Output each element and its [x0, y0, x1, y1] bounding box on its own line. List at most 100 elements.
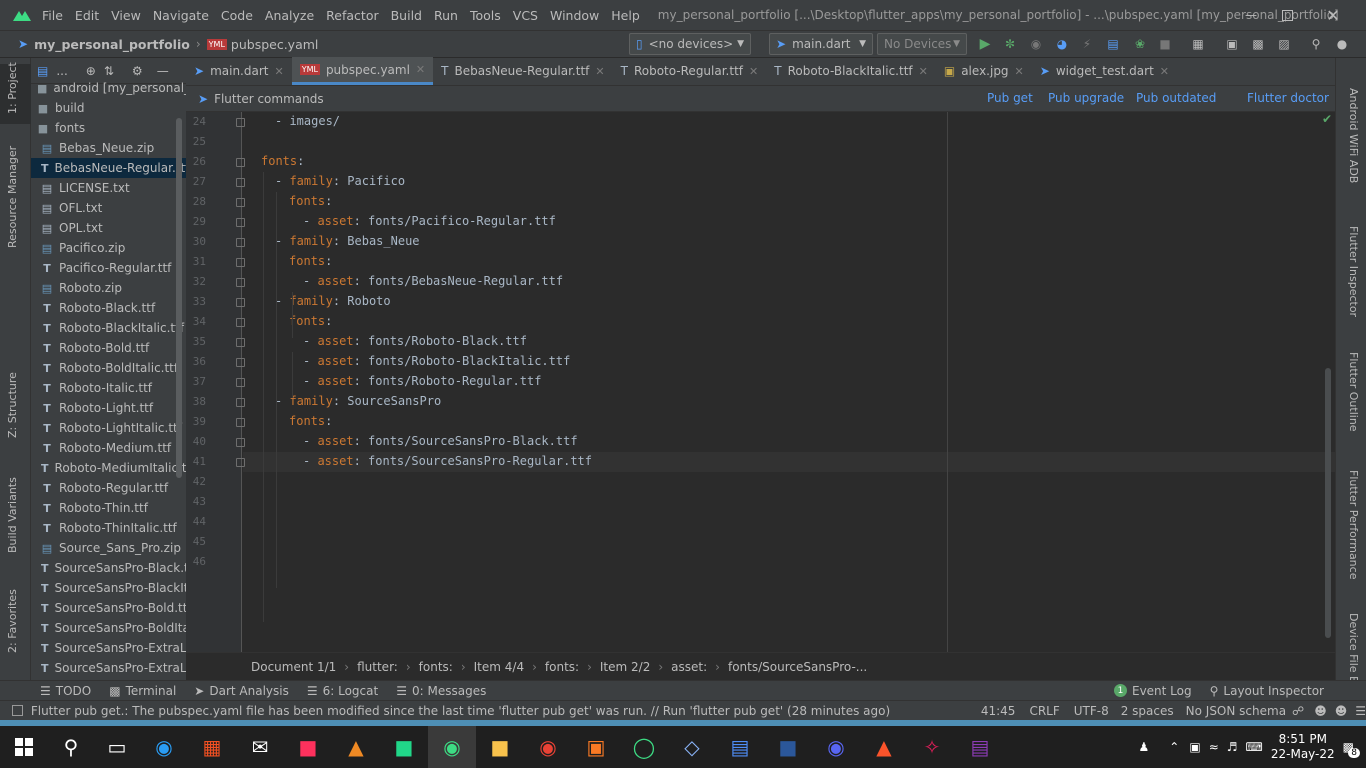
fold-marker[interactable] — [236, 358, 245, 367]
tree-file[interactable]: T SourceSansPro-BoldItalic — [31, 618, 186, 638]
tree-file[interactable]: T Pacifico-Regular.ttf — [31, 258, 186, 278]
tool-tab-flutter-inspector[interactable]: Flutter Inspector — [1347, 226, 1360, 317]
attach-icon[interactable]: ◉ — [1028, 36, 1044, 52]
xampp-icon[interactable]: ▣ — [572, 726, 620, 768]
sdk-manager-icon[interactable]: ▩ — [1250, 36, 1266, 52]
tree-file[interactable]: ▤ Roboto.zip — [31, 278, 186, 298]
fold-marker[interactable] — [236, 418, 245, 427]
indent-setting[interactable]: 2 spaces — [1121, 704, 1174, 718]
project-scrollbar[interactable] — [176, 118, 182, 478]
close-tab-icon[interactable]: ✕ — [595, 65, 604, 78]
winrar-icon[interactable]: ▤ — [956, 726, 1004, 768]
collapse-all-icon[interactable]: ⇅ — [104, 64, 114, 78]
inspection-icon[interactable]: ☻ — [1314, 704, 1327, 718]
status-toggle-icon[interactable] — [12, 705, 23, 716]
camera-icon[interactable]: ▣ — [1189, 740, 1200, 754]
menu-window[interactable]: Window — [550, 8, 599, 23]
tree-file[interactable]: T Roboto-BlackItalic.ttf — [31, 318, 186, 338]
flutter-doctor-link[interactable]: Flutter doctor — [1247, 91, 1329, 105]
volume-icon[interactable]: ♬ — [1227, 740, 1238, 754]
tree-file[interactable]: T Roboto-Black.ttf — [31, 298, 186, 318]
nav-project[interactable]: my_personal_portfolio — [34, 37, 190, 52]
hot-reload-icon[interactable]: ⚡ — [1079, 36, 1095, 52]
memory-icon[interactable]: ☻ — [1335, 704, 1348, 718]
tree-file[interactable]: T Roboto-LightItalic.ttf — [31, 418, 186, 438]
crosshair-icon[interactable]: ⊕ — [86, 64, 96, 78]
logcat-tab[interactable]: ☰ 6: Logcat — [307, 684, 378, 698]
fold-marker[interactable] — [236, 178, 245, 187]
account-icon[interactable]: ● — [1334, 36, 1350, 52]
tree-file[interactable]: T Roboto-Thin.ttf — [31, 498, 186, 518]
close-tab-icon[interactable]: ✕ — [1015, 65, 1024, 78]
notifications-icon[interactable]: ☰ — [1355, 704, 1366, 718]
fold-marker[interactable] — [236, 318, 245, 327]
debug-icon[interactable]: ✼ — [1002, 36, 1018, 52]
fold-marker[interactable] — [236, 298, 245, 307]
edge-icon[interactable]: ◉ — [140, 726, 188, 768]
menu-view[interactable]: View — [111, 8, 141, 23]
line-separator[interactable]: CRLF — [1029, 704, 1059, 718]
keyboard-icon[interactable]: ⌨ — [1246, 740, 1263, 754]
project-structure-icon[interactable]: ▦ — [1190, 36, 1206, 52]
editor-tab[interactable]: ➤ main.dart ✕ — [186, 57, 292, 85]
tool-tab-build-variants[interactable]: Build Variants — [6, 477, 19, 553]
dart-analysis-tab[interactable]: ➤ Dart Analysis — [194, 684, 289, 698]
tree-file[interactable]: T Roboto-Italic.ttf — [31, 378, 186, 398]
pycharm-icon[interactable]: ■ — [380, 726, 428, 768]
menu-refactor[interactable]: Refactor — [326, 8, 378, 23]
tree-folder[interactable]: ■ build — [31, 98, 186, 118]
editor-tab[interactable]: T BebasNeue-Regular.ttf ✕ — [433, 57, 612, 85]
editor-tab[interactable]: YML pubspec.yaml ✕ — [291, 57, 434, 85]
fold-marker[interactable] — [236, 278, 245, 287]
editor-tab[interactable]: T Roboto-Regular.ttf ✕ — [613, 57, 767, 85]
brave-icon[interactable]: ▲ — [860, 726, 908, 768]
vlc-icon[interactable]: ▲ — [332, 726, 380, 768]
project-view-icon[interactable]: ▤ — [37, 64, 48, 78]
fold-marker[interactable] — [236, 458, 245, 467]
device-select-dropdown[interactable]: No Devices ▼ — [877, 33, 967, 55]
fold-marker[interactable] — [236, 438, 245, 447]
mail-icon[interactable]: ✉ — [236, 726, 284, 768]
messages-tab[interactable]: ☰ 0: Messages — [396, 684, 486, 698]
breadcrumb-item[interactable]: asset: — [671, 660, 707, 674]
tool-tab-resource-manager[interactable]: Resource Manager — [6, 146, 19, 248]
hide-icon[interactable]: — — [157, 64, 169, 78]
tree-file[interactable]: ▤ OFL.txt — [31, 198, 186, 218]
fold-marker[interactable] — [236, 218, 245, 227]
fold-marker[interactable] — [236, 198, 245, 207]
explorer-icon[interactable]: ■ — [476, 726, 524, 768]
tree-file[interactable]: ▤ LICENSE.txt — [31, 178, 186, 198]
editor-tab[interactable]: T Roboto-BlackItalic.ttf ✕ — [766, 57, 936, 85]
tool-tab-project[interactable]: 1: Project — [6, 62, 19, 114]
chrome-icon[interactable]: ◉ — [524, 726, 572, 768]
tree-file[interactable]: T Roboto-MediumItalic.ttf — [31, 458, 186, 478]
word-viewer-icon[interactable]: ▤ — [716, 726, 764, 768]
fold-marker[interactable] — [236, 158, 245, 167]
tree-file[interactable]: T Roboto-BoldItalic.ttf — [31, 358, 186, 378]
tool-tab-structure[interactable]: Z: Structure — [6, 372, 19, 438]
editor-tab[interactable]: ▣ alex.jpg ✕ — [936, 57, 1032, 85]
breadcrumb-item[interactable]: fonts: — [419, 660, 453, 674]
sync-icon[interactable]: ❀ — [1132, 36, 1148, 52]
tree-file[interactable]: T Roboto-Light.ttf — [31, 398, 186, 418]
editor-scrollbar[interactable] — [1325, 368, 1331, 638]
close-tab-icon[interactable]: ✕ — [1160, 65, 1169, 78]
breadcrumb-item[interactable]: Document 1/1 — [251, 660, 336, 674]
stop-icon[interactable]: ■ — [1157, 36, 1173, 52]
breadcrumb-item[interactable]: Item 2/2 — [600, 660, 650, 674]
tree-file[interactable]: T SourceSansPro-ExtraLigh — [31, 638, 186, 658]
menu-analyze[interactable]: Analyze — [265, 8, 314, 23]
fold-marker[interactable] — [236, 398, 245, 407]
tree-file[interactable]: T SourceSansPro-BlackItali — [31, 578, 186, 598]
nav-file[interactable]: pubspec.yaml — [231, 37, 318, 52]
pub-get-link[interactable]: Pub get — [987, 91, 1033, 105]
people-icon[interactable]: ♟ — [1139, 740, 1150, 754]
profile-icon[interactable]: ◕ — [1054, 36, 1070, 52]
run-icon[interactable]: ▶ — [977, 36, 993, 52]
store-icon[interactable]: ▦ — [188, 726, 236, 768]
tool-tab-flutter-performance[interactable]: Flutter Performance — [1347, 470, 1360, 579]
device-dropdown[interactable]: ▯ <no devices> ▼ — [629, 33, 751, 55]
notification-center-icon[interactable]: ▩ 8 — [1343, 740, 1360, 758]
menu-build[interactable]: Build — [391, 8, 422, 23]
tree-file[interactable]: T Roboto-Medium.ttf — [31, 438, 186, 458]
